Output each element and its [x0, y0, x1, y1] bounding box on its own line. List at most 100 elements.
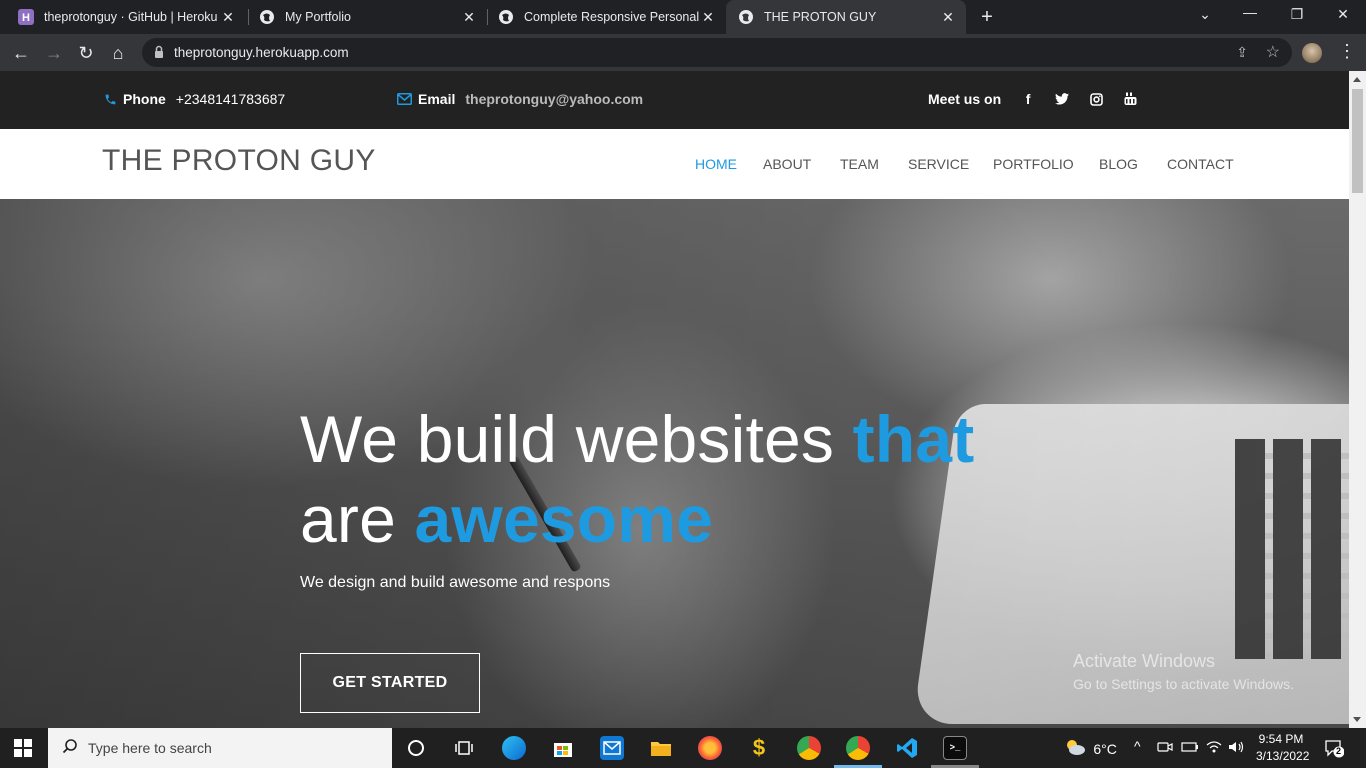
- taskbar-search-box[interactable]: Type here to search: [48, 728, 392, 768]
- reload-button[interactable]: ↻: [75, 42, 97, 64]
- email-address[interactable]: theprotonguy@yahoo.com: [465, 91, 643, 107]
- headline-text: are: [300, 482, 415, 556]
- hero-subtitle: We design and build awesome and respons: [300, 574, 611, 591]
- watermark-subtitle: Go to Settings to activate Windows.: [1073, 676, 1294, 692]
- tab-title: Complete Responsive Personal Po: [524, 10, 700, 24]
- windows-start-icon[interactable]: [14, 739, 32, 757]
- nav-home[interactable]: HOME: [695, 156, 737, 172]
- heroku-icon: H: [18, 9, 34, 25]
- show-hidden-icons-chevron-icon[interactable]: ^: [1134, 738, 1141, 754]
- scroll-up-arrow-icon[interactable]: [1353, 77, 1361, 82]
- scroll-down-arrow-icon[interactable]: [1353, 717, 1361, 722]
- chrome-profile-icon[interactable]: [797, 736, 821, 760]
- task-view-icon[interactable]: [452, 736, 476, 760]
- tab-search-chevron-icon[interactable]: ⌄: [1195, 6, 1215, 23]
- headline-highlight: that: [852, 402, 975, 476]
- vscode-icon[interactable]: [895, 736, 919, 760]
- nav-about[interactable]: ABOUT: [763, 156, 811, 172]
- chrome-icon[interactable]: [846, 736, 870, 760]
- volume-icon[interactable]: [1228, 740, 1246, 757]
- facebook-icon[interactable]: f: [1021, 91, 1035, 107]
- headline-highlight: awesome: [414, 482, 714, 556]
- new-tab-button[interactable]: +: [977, 7, 997, 27]
- twitter-icon[interactable]: [1055, 92, 1070, 106]
- search-placeholder: Type here to search: [88, 740, 212, 756]
- lock-icon: [154, 45, 164, 64]
- nav-portfolio[interactable]: PORTFOLIO: [993, 156, 1074, 172]
- notification-count-badge: 2: [1336, 746, 1342, 756]
- meet-now-icon[interactable]: [1157, 740, 1173, 757]
- address-bar[interactable]: theprotonguy.herokuapp.com ⇪ ☆: [142, 38, 1292, 67]
- watermark-title: Activate Windows: [1073, 651, 1216, 671]
- file-explorer-icon[interactable]: [649, 736, 673, 760]
- forward-button[interactable]: →: [43, 42, 65, 64]
- nav-contact[interactable]: CONTACT: [1167, 156, 1234, 172]
- firefox-icon[interactable]: [698, 736, 722, 760]
- browser-toolbar: ← → ↻ ⌂ theprotonguy.herokuapp.com ⇪ ☆ ⋮: [0, 34, 1366, 71]
- clock[interactable]: 9:54 PM 3/13/2022: [1256, 732, 1310, 763]
- home-button[interactable]: ⌂: [107, 42, 129, 64]
- dollar-app-icon[interactable]: $: [747, 735, 771, 760]
- cortana-icon[interactable]: [404, 736, 428, 760]
- profile-avatar[interactable]: [1302, 43, 1322, 63]
- headline-text: We build websites: [300, 402, 853, 476]
- site-logo[interactable]: THE PROTON GUY: [102, 144, 376, 178]
- nav-blog[interactable]: BLOG: [1099, 156, 1138, 172]
- email-info: Email theprotonguy@yahoo.com: [397, 91, 643, 107]
- nav-service[interactable]: SERVICE: [908, 156, 969, 172]
- scrollbar-thumb[interactable]: [1352, 89, 1363, 193]
- tab-title: theprotonguy · GitHub | Heroku: [44, 10, 218, 24]
- browser-menu-icon[interactable]: ⋮: [1338, 42, 1356, 60]
- bookmark-star-icon[interactable]: ☆: [1266, 42, 1280, 62]
- terminal-icon[interactable]: >_: [943, 736, 967, 760]
- tab-heroku[interactable]: H theprotonguy · GitHub | Heroku ✕: [0, 0, 246, 34]
- close-icon[interactable]: ✕: [940, 9, 956, 25]
- social-links: Meet us on f: [928, 91, 1137, 107]
- youtube-icon[interactable]: [1123, 92, 1137, 106]
- page-viewport: Phone +2348141783687 Email theprotonguy@…: [0, 71, 1349, 728]
- clock-date: 3/13/2022: [1256, 749, 1310, 763]
- phone-number[interactable]: +2348141783687: [176, 91, 285, 107]
- close-icon[interactable]: ✕: [700, 9, 716, 25]
- phone-icon: [104, 93, 117, 106]
- battery-icon[interactable]: [1181, 740, 1199, 757]
- weather-cloud-icon: [1064, 738, 1086, 759]
- window-close-button[interactable]: ✕: [1333, 6, 1353, 23]
- close-icon[interactable]: ✕: [461, 9, 477, 25]
- tab-title: My Portfolio: [285, 10, 351, 24]
- search-icon: [62, 738, 78, 758]
- instagram-icon[interactable]: [1089, 92, 1103, 106]
- weather-temperature: 6°C: [1093, 740, 1117, 757]
- minimize-button[interactable]: —: [1240, 4, 1260, 20]
- tab-the-proton-guy[interactable]: THE PROTON GUY ✕: [726, 0, 966, 34]
- store-icon[interactable]: [551, 736, 575, 760]
- tab-responsive-portfolio[interactable]: Complete Responsive Personal Po ✕: [480, 0, 726, 34]
- svg-text:H: H: [22, 12, 30, 24]
- meet-us-label: Meet us on: [928, 91, 1002, 107]
- share-icon[interactable]: ⇪: [1236, 44, 1248, 61]
- globe-icon: [738, 9, 754, 25]
- activate-windows-watermark: Activate Windows Go to Settings to activ…: [1073, 651, 1294, 692]
- nav-team[interactable]: TEAM: [840, 156, 879, 172]
- windows-taskbar: Type here to search $ >_ 6°C ^ 9:54 PM 3…: [0, 728, 1366, 768]
- email-label: Email: [418, 91, 456, 107]
- hero-section: We build websites that are awesome We de…: [0, 199, 1349, 728]
- close-icon[interactable]: ✕: [220, 9, 236, 25]
- clock-time: 9:54 PM: [1258, 732, 1304, 746]
- tab-title: THE PROTON GUY: [764, 10, 877, 24]
- hero-headline: We build websites that are awesome: [300, 399, 974, 559]
- tab-my-portfolio[interactable]: My Portfolio ✕: [241, 0, 487, 34]
- phone-info: Phone +2348141783687: [104, 91, 285, 107]
- wifi-icon[interactable]: [1205, 740, 1223, 757]
- browser-tab-strip: H theprotonguy · GitHub | Heroku ✕ My Po…: [0, 0, 1366, 34]
- edge-icon[interactable]: [502, 736, 526, 760]
- back-button[interactable]: ←: [10, 42, 32, 64]
- restore-button[interactable]: ❐: [1287, 6, 1307, 23]
- mail-icon[interactable]: [600, 736, 624, 760]
- phone-label: Phone: [123, 91, 166, 107]
- page-scrollbar[interactable]: [1349, 71, 1366, 728]
- weather-widget[interactable]: 6°C: [1064, 738, 1117, 759]
- notification-center-icon[interactable]: 2: [1324, 738, 1345, 761]
- get-started-button[interactable]: GET STARTED: [300, 653, 480, 713]
- site-header: THE PROTON GUY HOME ABOUT TEAM SERVICE P…: [0, 129, 1349, 199]
